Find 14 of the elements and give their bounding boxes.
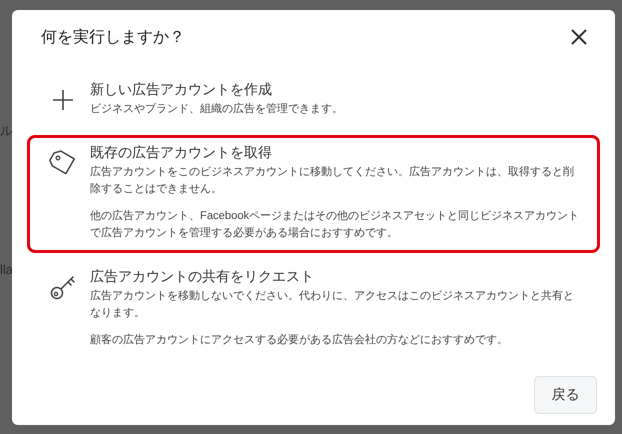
option-description: 他の広告アカウント、Facebookページまたはその他のビジネスアセットと同じビジネスアカウントで広告アカウントを管理する必要がある場合におすすめです。 [90, 208, 580, 241]
option-title: 新しい広告アカウントを作成 [90, 81, 273, 99]
option-title: 広告アカウントの共有をリクエスト [90, 268, 315, 286]
option-card[interactable]: 既存の広告アカウントを取得 広告アカウントをこのビジネスアカウントに移動してください。広告アカウントは、取得すると削除することはできません。 他の広告アカウント、Facebookページまたはその他のビジネスアセットと同じビジネスアカウントで広告アカウントを管理する必要がある場合におすすめです。 [27, 135, 600, 253]
option-description: 広告アカウントを移動しないでください。代わりに、アクセスはこのビジネスアカウントと共有となります。 [90, 288, 575, 321]
dialog-title: 何を実行しますか？ [41, 28, 185, 48]
option-description: ビジネスやブランド、組織の広告を管理できます。 [90, 102, 343, 117]
option-description: 広告アカウントをこのビジネスアカウントに移動してください。広告アカウントは、取得すると削除することはできません。 [90, 164, 575, 197]
option-card[interactable]: 新しい広告アカウントを作成 ビジネスやブランド、組織の広告を管理できます。 [27, 72, 600, 129]
back-button[interactable]: 戻る [534, 376, 597, 414]
option-card[interactable]: 広告アカウントの共有をリクエスト 広告アカウントを移動しないでください。代わりに、アクセスはこのビジネスアカウントと共有となります。 顧客の広告アカウントにアクセスする必要がある広告会社の方などにおすすめです。 [27, 259, 600, 360]
option-title: 既存の広告アカウントを取得 [90, 144, 273, 162]
close-button[interactable] [570, 28, 588, 46]
option-description: 顧客の広告アカウントにアクセスする必要がある広告会社の方などにおすすめです。 [90, 332, 509, 348]
